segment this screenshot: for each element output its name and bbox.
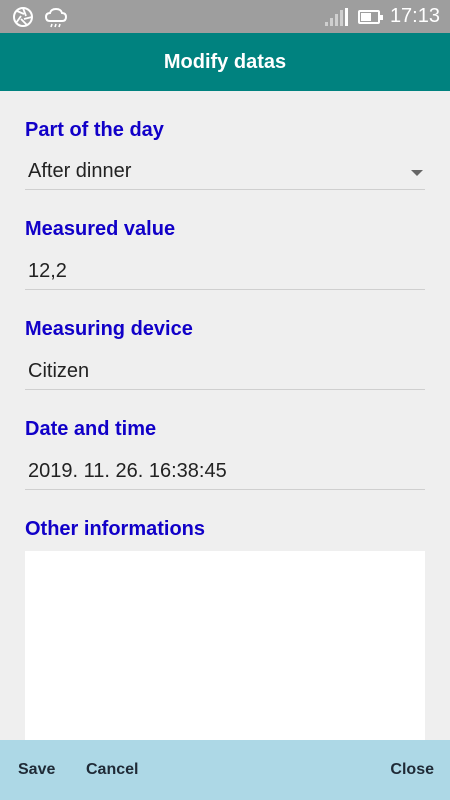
action-bar: Save Cancel Close — [0, 740, 450, 800]
part-of-day-dropdown[interactable]: After dinner — [25, 153, 425, 189]
date-time-text: 2019. 11. 26. 16:38:45 — [28, 460, 227, 482]
aperture-icon — [12, 6, 34, 28]
signal-icon — [324, 7, 348, 26]
battery-icon — [357, 9, 383, 24]
part-of-day-label: Part of the day — [25, 119, 164, 141]
measuring-device-label: Measuring device — [25, 318, 193, 340]
divider — [25, 189, 425, 190]
title-bar: Modify datas — [0, 33, 450, 91]
other-info-textarea[interactable] — [25, 551, 425, 751]
modify-data-screen: 17:13 Modify datas Part of the day After… — [0, 0, 450, 800]
notification-icons — [12, 6, 68, 28]
dropdown-arrow-icon — [411, 170, 423, 176]
close-button[interactable]: Close — [390, 740, 434, 800]
system-indicators: 17:13 — [324, 0, 440, 33]
divider — [25, 289, 425, 290]
cancel-button[interactable]: Cancel — [86, 740, 138, 800]
date-time-input[interactable]: 2019. 11. 26. 16:38:45 — [25, 453, 425, 489]
divider — [25, 389, 425, 390]
measured-value-label: Measured value — [25, 218, 176, 240]
measured-value-input[interactable]: 12,2 — [25, 253, 425, 289]
date-time-label: Date and time — [25, 418, 157, 440]
status-bar: 17:13 — [0, 0, 450, 33]
measured-value-text: 12,2 — [28, 260, 67, 282]
measuring-device-input[interactable]: Citizen — [25, 353, 425, 389]
save-button[interactable]: Save — [18, 740, 55, 800]
measuring-device-text: Citizen — [28, 360, 90, 382]
part-of-day-value: After dinner — [28, 160, 132, 182]
weather-cloud-icon — [44, 6, 68, 28]
status-clock: 17:13 — [389, 5, 440, 27]
divider — [25, 489, 425, 490]
other-info-label: Other informations — [25, 518, 206, 540]
battery-level — [360, 12, 371, 21]
page-title: Modify datas — [163, 50, 287, 73]
